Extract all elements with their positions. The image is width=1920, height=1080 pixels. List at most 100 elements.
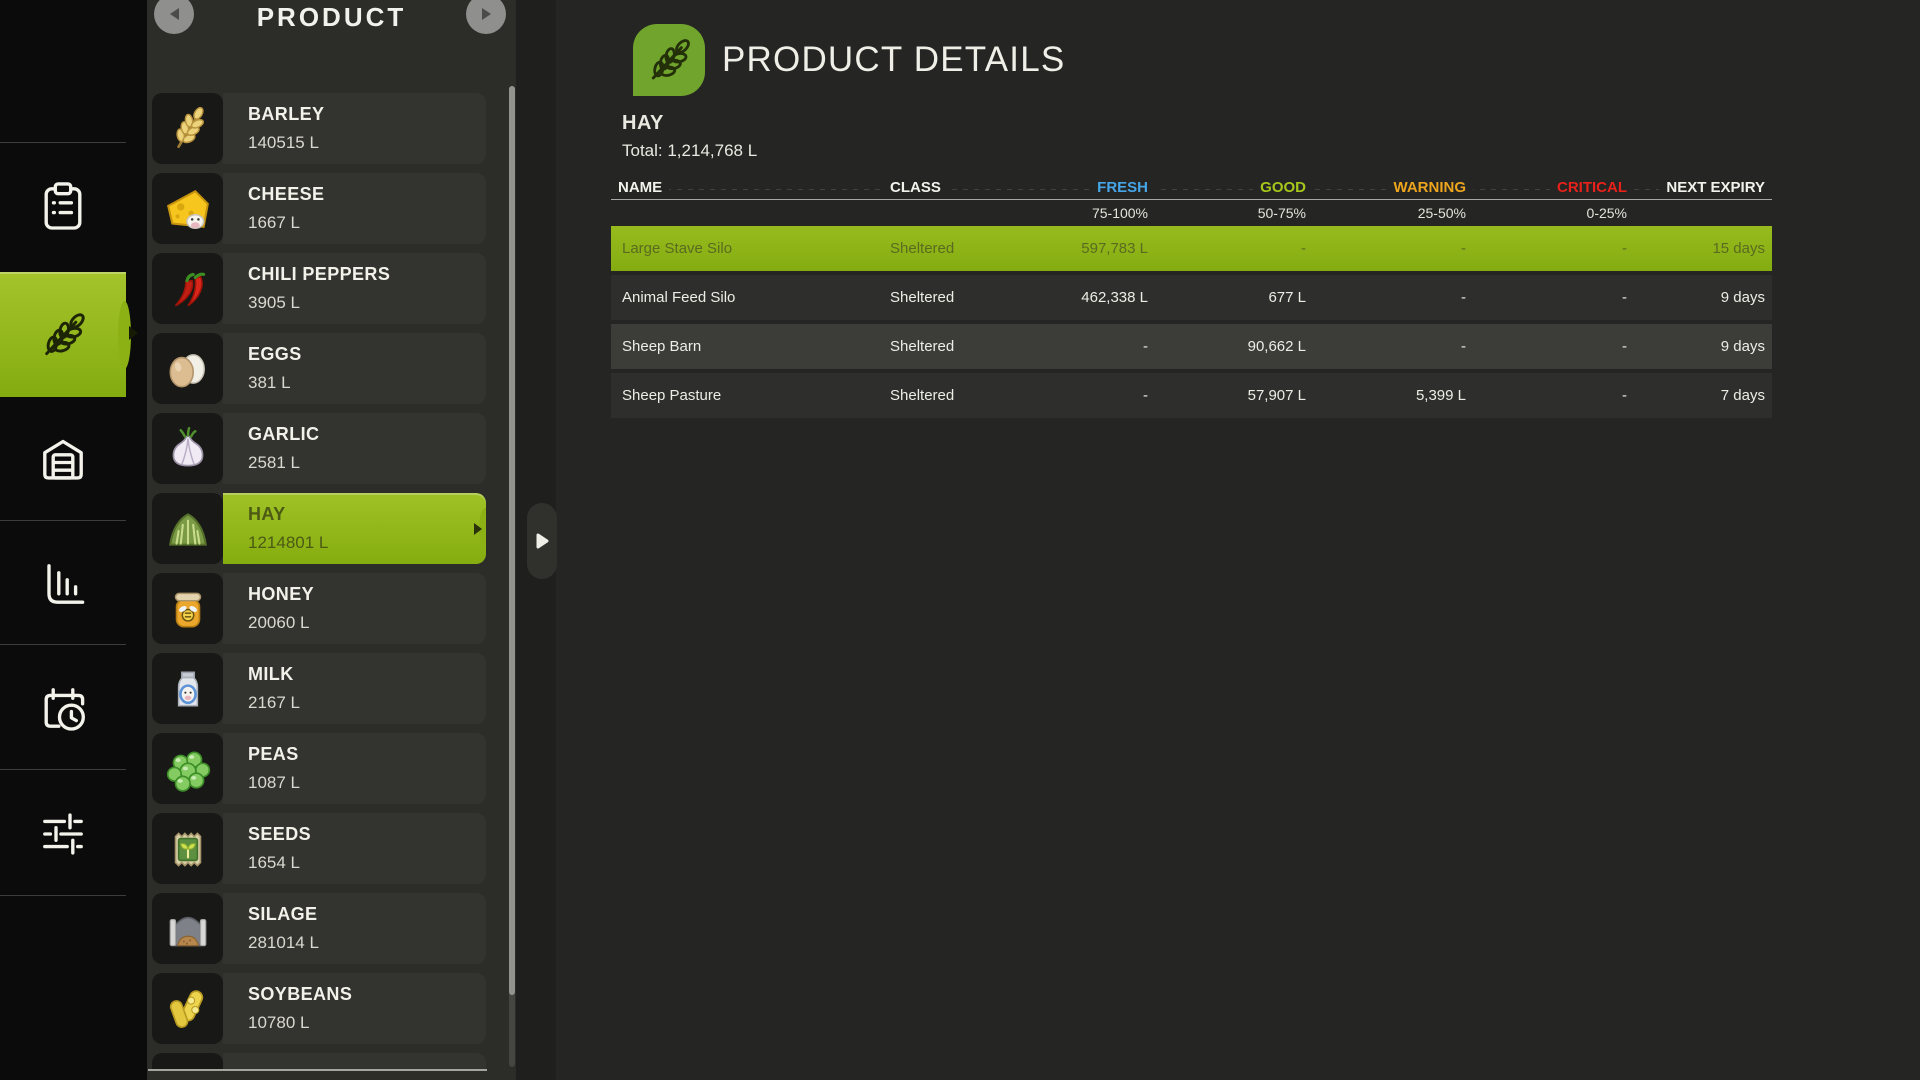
product-name: MILK <box>248 664 474 685</box>
barley-icon <box>163 104 213 154</box>
table-row-animal-feed-silo[interactable]: Animal Feed SiloSheltered462,338 L677 L-… <box>611 275 1772 320</box>
product-name: CHEESE <box>248 184 474 205</box>
product-name: HONEY <box>248 584 474 605</box>
panel-bottom-divider <box>148 1069 487 1071</box>
cell-name: Sheep Barn <box>611 338 883 355</box>
divider <box>0 769 126 770</box>
product-name: CHILI PEPPERS <box>248 264 474 285</box>
sidebar-tab-calendar[interactable] <box>0 647 126 769</box>
divider <box>0 644 126 645</box>
cell-expiry: 9 days <box>1634 338 1772 355</box>
cheese-icon <box>163 184 213 234</box>
details-header-icon <box>633 24 705 96</box>
product-list: BARLEY 140515 L CHEESE 1667 L CHILI PEPP… <box>152 93 486 1070</box>
list-item-peas[interactable]: PEAS 1087 L <box>152 733 486 804</box>
milk-icon <box>163 664 213 714</box>
cell-name: Animal Feed Silo <box>611 289 883 306</box>
product-amount: 140515 L <box>248 133 474 153</box>
product-icon-tile <box>152 493 223 564</box>
product-amount: 3905 L <box>248 293 474 313</box>
product-name: SEEDS <box>248 824 474 845</box>
product-icon-tile <box>152 333 223 404</box>
collapse-panel-button[interactable] <box>527 503 557 579</box>
wheat-icon <box>642 33 696 87</box>
sidebar-tab-barn[interactable] <box>0 397 126 520</box>
product-name: BARLEY <box>248 104 474 125</box>
cell-warning: - <box>1313 289 1473 306</box>
sliders-icon <box>35 806 91 862</box>
divider <box>0 895 126 896</box>
product-name: EGGS <box>248 344 474 365</box>
list-item-honey[interactable]: HONEY 20060 L <box>152 573 486 644</box>
cell-good: 57,907 L <box>1155 387 1313 404</box>
chart-icon <box>35 556 91 612</box>
peas-icon <box>163 744 213 794</box>
sidebar-tab-chart[interactable] <box>0 523 126 644</box>
clipboard-icon <box>35 179 91 235</box>
cell-class: Sheltered <box>883 289 1013 306</box>
product-icon-tile <box>152 573 223 644</box>
table-row-sheep-pasture[interactable]: Sheep PastureSheltered-57,907 L5,399 L-7… <box>611 373 1772 418</box>
product-icon-tile <box>152 813 223 884</box>
table-body: Large Stave SiloSheltered597,783 L---15 … <box>611 226 1772 418</box>
cell-good: - <box>1155 240 1313 257</box>
table-row-sheep-barn[interactable]: Sheep BarnSheltered-90,662 L--9 days <box>611 324 1772 369</box>
product-amount: 10780 L <box>248 1013 474 1033</box>
table-range-row: 75-100%50-75%25-50%0-25% <box>611 200 1772 226</box>
sidebar-tab-sliders[interactable] <box>0 772 126 895</box>
column-range-warning: 25-50% <box>1313 200 1473 226</box>
column-range-critical: 0-25% <box>1473 200 1634 226</box>
list-item-seeds[interactable]: SEEDS 1654 L <box>152 813 486 884</box>
list-item-barley[interactable]: BARLEY 140515 L <box>152 93 486 164</box>
product-amount: 381 L <box>248 373 474 393</box>
product-icon-tile <box>152 413 223 484</box>
list-item-cheese[interactable]: CHEESE 1667 L <box>152 173 486 244</box>
column-header-class: CLASS <box>883 177 1013 200</box>
list-item-soybeans[interactable]: SOYBEANS 10780 L <box>152 973 486 1044</box>
list-item-partial[interactable] <box>152 1053 486 1070</box>
product-name: GARLIC <box>248 424 474 445</box>
panel-title: PRODUCT <box>147 2 516 33</box>
product-amount: 2167 L <box>248 693 474 713</box>
details-title: PRODUCT DETAILS <box>722 38 1065 82</box>
eggs-icon <box>163 344 213 394</box>
product-name: PEAS <box>248 744 474 765</box>
list-item-chili-peppers[interactable]: CHILI PEPPERS 3905 L <box>152 253 486 324</box>
table-header-row: NAMECLASSFRESHGOODWARNINGCRITICALNEXT EX… <box>611 177 1772 200</box>
product-amount: 1214801 L <box>248 533 474 553</box>
list-item-eggs[interactable]: EGGS 381 L <box>152 333 486 404</box>
scrollbar-track[interactable] <box>509 86 515 1067</box>
product-icon-tile <box>152 893 223 964</box>
scrollbar-thumb[interactable] <box>509 86 515 995</box>
table-row-large-stave-silo[interactable]: Large Stave SiloSheltered597,783 L---15 … <box>611 226 1772 271</box>
cell-name: Large Stave Silo <box>611 240 883 257</box>
column-header-name: NAME <box>611 177 883 200</box>
product-icon-tile <box>152 253 223 324</box>
product-panel: PRODUCT BARLEY 140515 L CHEESE 1667 L CH… <box>147 0 516 1080</box>
list-item-milk[interactable]: MILK 2167 L <box>152 653 486 724</box>
seeds-icon <box>163 824 213 874</box>
column-range-fresh: 75-100% <box>1013 200 1155 226</box>
divider <box>0 520 126 521</box>
cell-fresh: - <box>1013 387 1155 404</box>
selected-arrow-icon <box>474 523 482 535</box>
product-icon-tile <box>152 973 223 1044</box>
cell-good: 90,662 L <box>1155 338 1313 355</box>
sidebar-tab-wheat[interactable] <box>0 272 126 397</box>
cell-fresh: 462,338 L <box>1013 289 1155 306</box>
soybeans-icon <box>163 984 213 1034</box>
list-item-silage[interactable]: SILAGE 281014 L <box>152 893 486 964</box>
product-icon-tile <box>152 653 223 724</box>
column-header-expiry: NEXT EXPIRY <box>1634 177 1772 200</box>
product-amount: 1087 L <box>248 773 474 793</box>
product-amount: 1654 L <box>248 853 474 873</box>
sidebar-tab-clipboard[interactable] <box>0 143 126 271</box>
product-name: HAY <box>248 504 474 525</box>
list-item-garlic[interactable]: GARLIC 2581 L <box>152 413 486 484</box>
chevron-right-icon <box>534 532 550 550</box>
storage-table: NAMECLASSFRESHGOODWARNINGCRITICALNEXT EX… <box>611 177 1772 422</box>
list-item-hay[interactable]: HAY 1214801 L <box>152 493 486 564</box>
product-name: SOYBEANS <box>248 984 474 1005</box>
cell-critical: - <box>1473 289 1634 306</box>
column-header-critical: CRITICAL <box>1473 177 1634 200</box>
